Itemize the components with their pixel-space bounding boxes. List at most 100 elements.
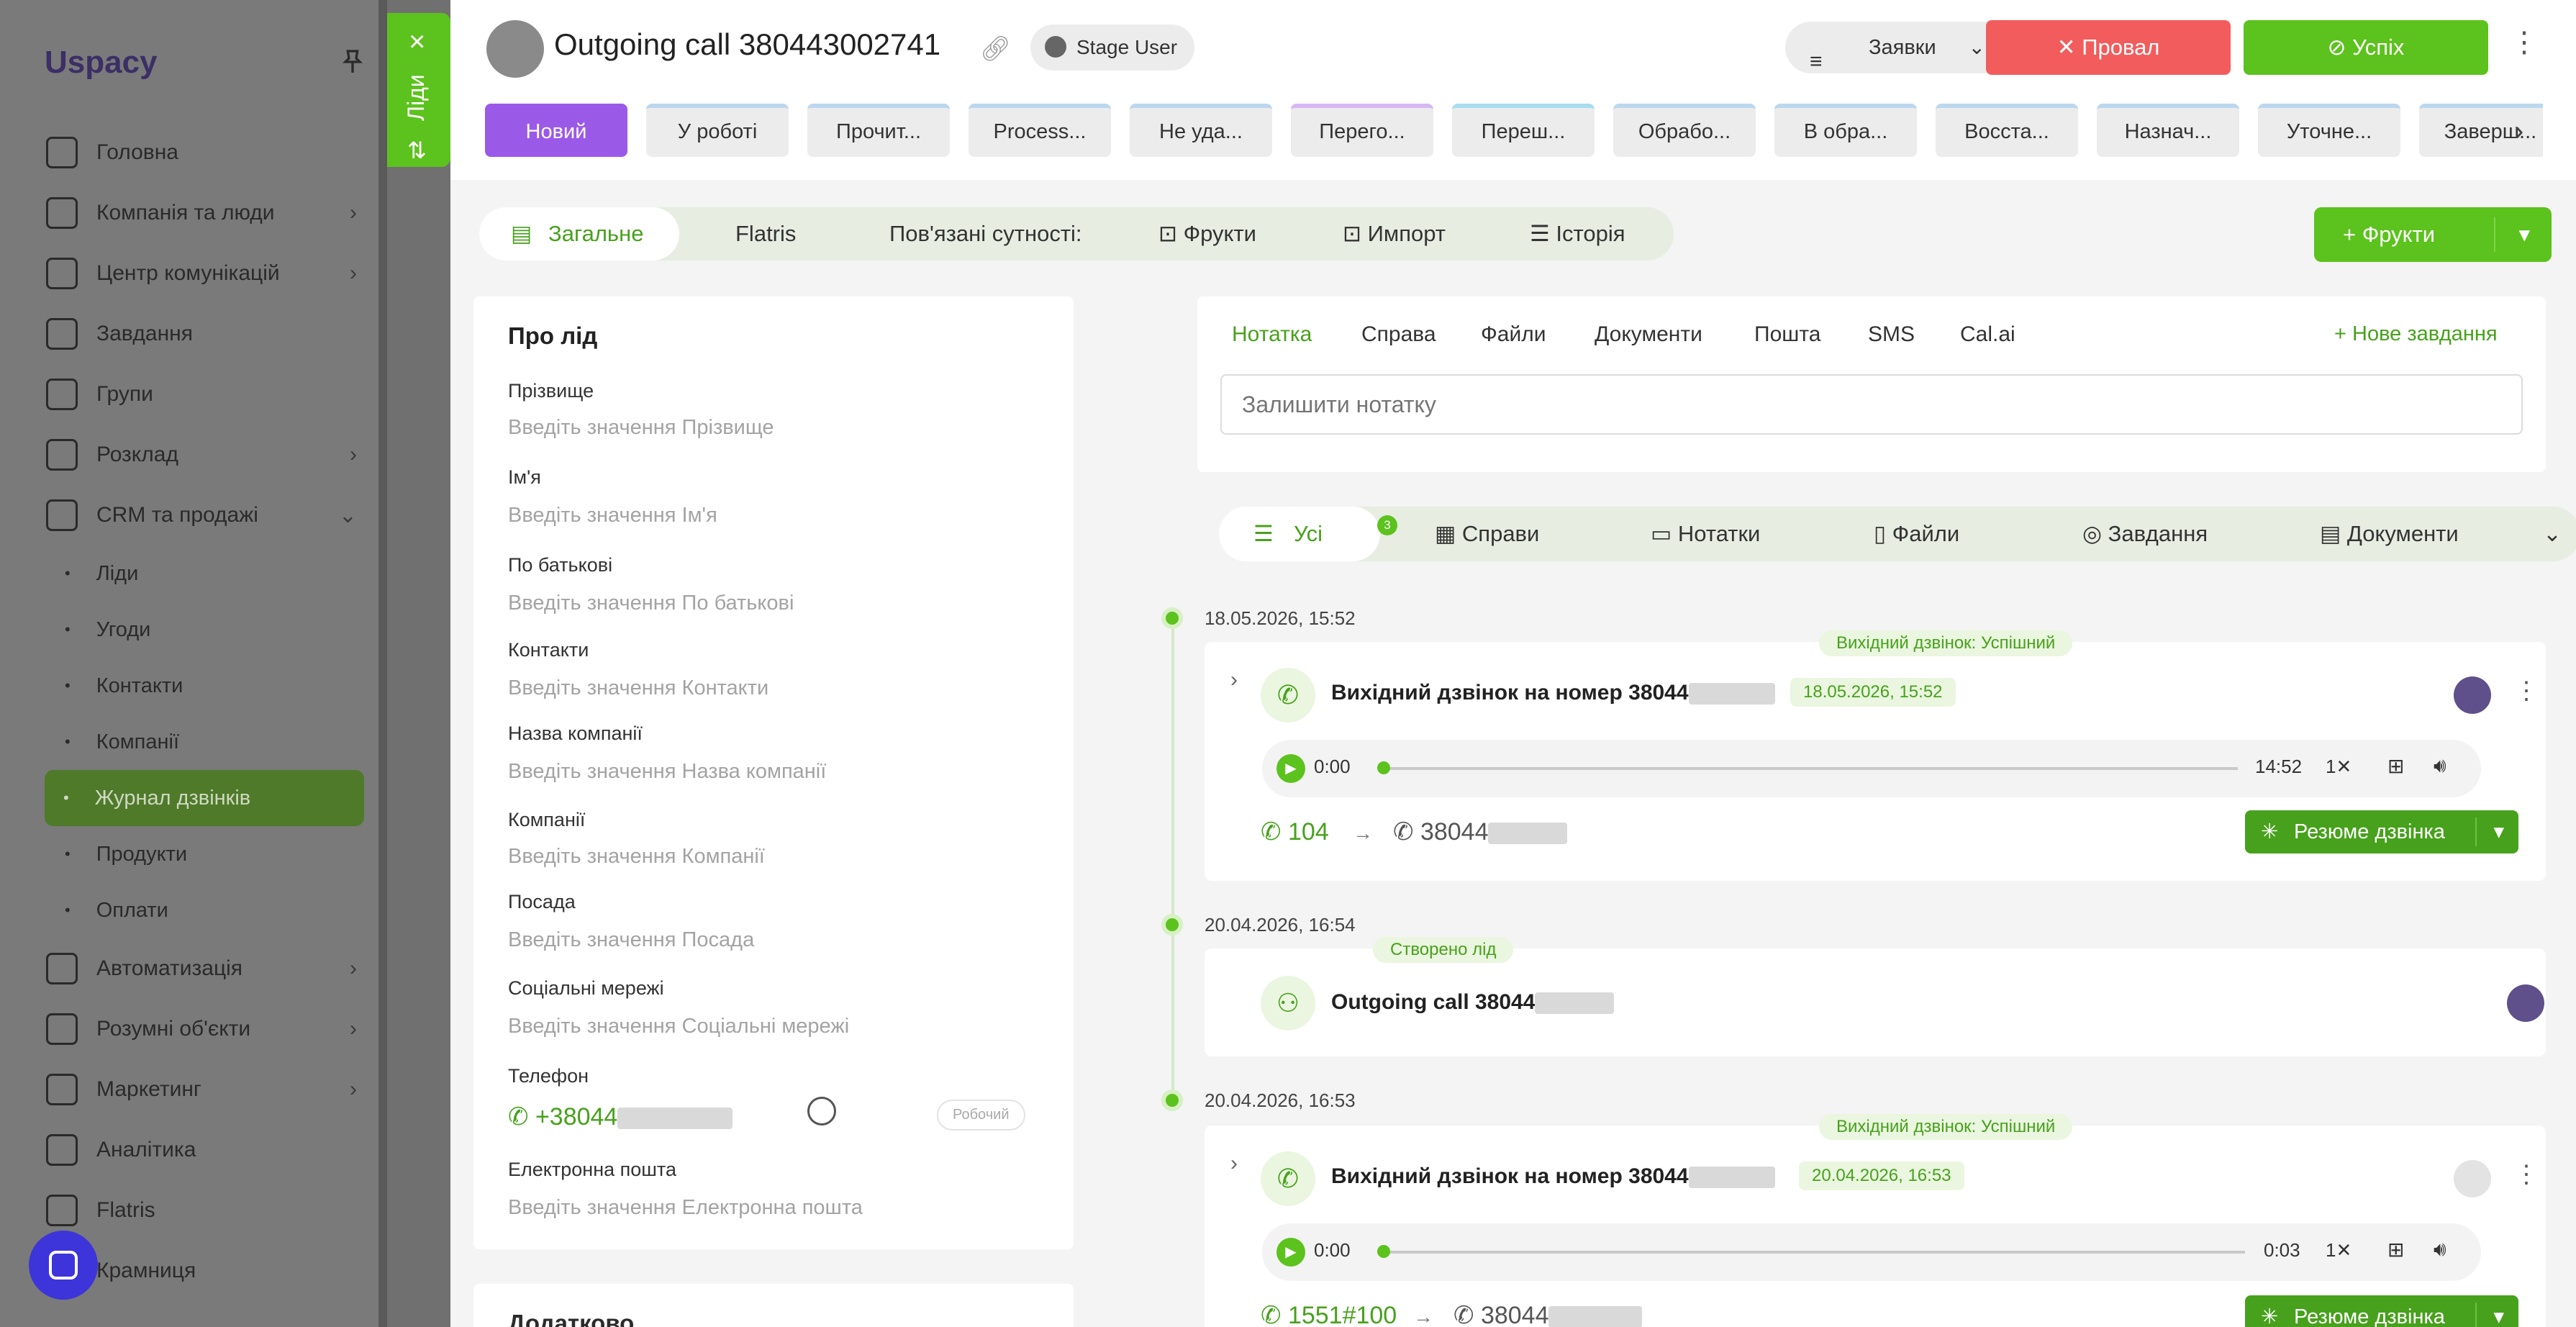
filter-all[interactable]: ☰ Усі 3 (1219, 507, 1397, 561)
transcript-icon[interactable]: ⊞ (2387, 1238, 2404, 1262)
sidebar-item-crm[interactable]: CRM та продажі ⌄ (46, 485, 363, 545)
filter-notes[interactable]: ▭ Нотатки (1651, 507, 1760, 561)
sidebar-sub-companies[interactable]: Компанії (46, 714, 363, 770)
tab-flatris[interactable]: Flatris (735, 207, 796, 261)
stage-item[interactable]: Уточне... (2258, 104, 2400, 157)
lastname-field[interactable]: Введіть значення Прізвище (508, 416, 774, 440)
sidebar-item-communications[interactable]: Центр комунікацій › (46, 243, 363, 304)
sidebar-sub-leads[interactable]: Ліди (46, 545, 363, 602)
middlename-field[interactable]: Введіть значення По батькові (508, 592, 794, 615)
firstname-field[interactable]: Введіть значення Ім'я (508, 504, 717, 527)
note-input[interactable] (1220, 374, 2523, 435)
social-field[interactable]: Введіть значення Соціальні мережі (508, 1015, 849, 1038)
stage-item[interactable]: Переш... (1452, 104, 1595, 157)
more-vertical-icon[interactable]: ⋮ (2514, 1160, 2539, 1189)
filter-tasks[interactable]: ◎ Завдання (2082, 507, 2208, 561)
tab-note[interactable]: Нотатка (1232, 322, 1312, 347)
filter-cases[interactable]: ▦ Справи (1435, 507, 1539, 561)
support-chat-button[interactable] (29, 1231, 98, 1300)
sidebar-item-groups[interactable]: Групи (46, 364, 363, 425)
caret-down-icon[interactable]: ▾ (2493, 1295, 2504, 1327)
close-icon[interactable]: × (409, 26, 425, 58)
play-icon[interactable]: ▶ (1276, 1238, 1305, 1267)
sidebar-item-analytics[interactable]: Аналітика (46, 1120, 363, 1180)
sidebar-sub-payments[interactable]: Оплати (46, 882, 363, 938)
stage-item[interactable]: Восста... (1936, 104, 2078, 157)
background-page (387, 0, 452, 1327)
progress-track[interactable] (1382, 1251, 2245, 1254)
companies-field[interactable]: Введіть значення Компанії (508, 845, 765, 869)
playback-speed[interactable]: 1✕ (2326, 756, 2351, 778)
progress-track[interactable] (1382, 767, 2238, 770)
chevron-right-icon[interactable]: › (1230, 668, 1238, 692)
call-summary-button[interactable]: ✳ Резюме дзвінка ▾ (2245, 810, 2518, 853)
success-button[interactable]: ⊘ Успіх (2244, 20, 2488, 75)
play-icon[interactable]: ▶ (1276, 754, 1305, 783)
stage-item[interactable]: Назнач... (2097, 104, 2239, 157)
contacts-field[interactable]: Введіть значення Контакти (508, 676, 768, 700)
new-task-button[interactable]: + Нове завдання (2334, 322, 2498, 346)
progress-knob[interactable] (1377, 761, 1390, 774)
sidebar-sub-products[interactable]: Продукти (46, 826, 363, 882)
sidebar-sub-contacts[interactable]: Контакти (46, 658, 363, 714)
link-icon[interactable]: 🔗︎ (980, 35, 1011, 63)
sidebar-sub-call-log[interactable]: Журнал дзвінків (45, 770, 364, 826)
filter-files[interactable]: ▯ Файли (1874, 507, 1959, 561)
currency-icon[interactable] (807, 1097, 836, 1126)
caret-down-icon[interactable]: ▾ (2518, 207, 2530, 262)
tab-files[interactable]: Файли (1481, 322, 1546, 347)
position-field[interactable]: Введіть значення Посада (508, 928, 754, 952)
filter-documents[interactable]: ▤ Документи (2320, 507, 2459, 561)
transcript-icon[interactable]: ⊞ (2387, 754, 2404, 778)
chevron-right-icon[interactable]: › (2514, 115, 2523, 148)
sidebar-item-flatris[interactable]: Flatris (46, 1180, 363, 1241)
stage-item[interactable]: Обрабо... (1613, 104, 1756, 157)
more-vertical-icon[interactable]: ⋮ (2514, 676, 2539, 705)
tab-case[interactable]: Справа (1361, 322, 1436, 347)
chevron-down-icon[interactable]: ⌄ (2543, 507, 2562, 561)
stage-item[interactable]: В обра... (1774, 104, 1917, 157)
tab-import[interactable]: ⊡ Импорт (1343, 207, 1446, 261)
sidebar-item-smart-objects[interactable]: Розумні об'єкти › (46, 999, 363, 1059)
call-summary-button[interactable]: ✳ Резюме дзвінка ▾ (2245, 1295, 2518, 1327)
email-field[interactable]: Введіть значення Електронна пошта (508, 1196, 863, 1220)
playback-speed[interactable]: 1✕ (2326, 1239, 2351, 1262)
fail-button[interactable]: ✕ Провал (1986, 20, 2231, 75)
stage-item[interactable]: Process... (969, 104, 1111, 157)
volume-icon[interactable]: 🔊︎ (2434, 754, 2446, 778)
sidebar-scrollbar[interactable] (378, 0, 387, 1327)
stage-item[interactable]: Перего... (1291, 104, 1433, 157)
responsible-user[interactable]: Stage User (1030, 24, 1195, 71)
sidebar-item-automation[interactable]: Автоматизація › (46, 938, 363, 999)
sidebar-item-tasks[interactable]: Завдання (46, 304, 363, 364)
phone-value[interactable]: ✆ +38044 (508, 1102, 733, 1131)
pin-icon[interactable] (338, 47, 367, 76)
tab-documents[interactable]: Документи (1595, 322, 1702, 347)
pipeline-select[interactable]: ≡ Заявки ⌄ (1785, 22, 2010, 73)
volume-icon[interactable]: 🔊︎ (2434, 1238, 2446, 1262)
tab-general[interactable]: ▤ Загальне (479, 207, 680, 261)
progress-knob[interactable] (1377, 1245, 1390, 1258)
tab-cal-ai[interactable]: Cal.ai (1960, 322, 2015, 347)
more-vertical-icon[interactable]: ⋮ (2510, 26, 2539, 59)
stage-item[interactable]: Не уда... (1130, 104, 1272, 157)
tab-fruits[interactable]: ⊡ Фрукти (1158, 207, 1256, 261)
caret-down-icon[interactable]: ▾ (2493, 810, 2504, 853)
tab-mail[interactable]: Пошта (1754, 322, 1820, 347)
stage-item[interactable]: Новий (485, 104, 627, 157)
sidebar-item-marketing[interactable]: Маркетинг › (46, 1059, 363, 1120)
tab-history[interactable]: ☰ Історія (1530, 207, 1625, 261)
add-fruit-button[interactable]: + Фрукти ▾ (2314, 207, 2552, 262)
leads-drawer-tab[interactable]: × Ліди ⇅ (387, 13, 450, 167)
sidebar-item-company[interactable]: Компанія та люди › (46, 183, 363, 243)
chevron-right-icon[interactable]: › (1230, 1151, 1238, 1176)
event-time: 18.05.2026, 15:52 (1790, 678, 1956, 707)
stage-item[interactable]: У роботі (646, 104, 789, 157)
sidebar-sub-deals[interactable]: Угоди (46, 602, 363, 658)
stage-item[interactable]: Заверш... (2419, 104, 2543, 157)
tab-sms[interactable]: SMS (1868, 322, 1915, 347)
stage-item[interactable]: Прочит... (807, 104, 950, 157)
company-name-field[interactable]: Введіть значення Назва компанії (508, 760, 826, 784)
sidebar-item-schedule[interactable]: Розклад › (46, 425, 363, 485)
sidebar-item-home[interactable]: Головна (46, 122, 363, 183)
